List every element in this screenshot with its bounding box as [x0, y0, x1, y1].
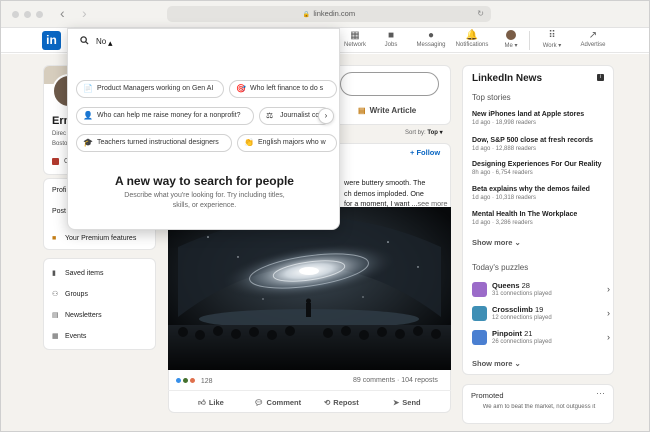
- promoted-card[interactable]: Promoted ··· We aim to beat the market, …: [462, 384, 614, 424]
- minimize-window-button[interactable]: [24, 11, 31, 18]
- start-post-input[interactable]: [340, 72, 439, 96]
- profile-location: Bosto: [52, 141, 68, 147]
- groups-icon: ⚇: [52, 291, 59, 298]
- love-reaction-icon: [188, 377, 196, 384]
- more-options-icon[interactable]: ···: [596, 388, 605, 398]
- sidebar-item-premium[interactable]: ■ Your Premium features: [52, 235, 136, 242]
- advertise-icon: ↗: [588, 30, 598, 41]
- search-icon: [80, 36, 89, 47]
- target-icon: 🎯: [236, 84, 246, 93]
- news-story[interactable]: Designing Experiences For Our Reality 8h…: [472, 160, 610, 176]
- galaxy-stage-image: [168, 207, 451, 370]
- article-icon: ▤: [358, 106, 366, 115]
- follow-button[interactable]: + Follow: [410, 148, 440, 157]
- zoom-window-button[interactable]: [36, 11, 43, 18]
- info-icon[interactable]: i: [597, 74, 604, 81]
- news-story[interactable]: New iPhones land at Apple stores 1d ago …: [472, 110, 610, 126]
- top-stories-label: Top stories: [472, 93, 511, 102]
- nav-advertise[interactable]: ↗ Advertise: [569, 30, 617, 48]
- premium-icon: ■: [52, 235, 57, 242]
- sidebar-item-groups[interactable]: ⚇ Groups: [52, 290, 88, 298]
- reaction-summary[interactable]: 128: [175, 377, 213, 385]
- queens-icon: [472, 282, 487, 297]
- back-button[interactable]: ‹: [60, 6, 65, 20]
- linkedin-logo[interactable]: in: [42, 31, 61, 50]
- celebrate-reaction-icon: [181, 377, 189, 384]
- news-story[interactable]: Dow, S&P 500 close at fresh records 1d a…: [472, 136, 610, 152]
- search-suggestion-chip[interactable]: 🎯 Who left finance to do s: [229, 80, 337, 98]
- sidebar-item-profile-viewers[interactable]: Profi: [52, 187, 66, 194]
- newsletter-icon: ▤: [52, 312, 59, 319]
- chevron-down-icon: ⌄: [514, 238, 521, 247]
- send-button[interactable]: ➤ Send: [393, 398, 421, 407]
- next-suggestions-button[interactable]: ›: [318, 108, 334, 124]
- post-action-bar: 👍︎ Like 💬︎ Comment ⟲ Repost ➤ Send: [168, 390, 451, 412]
- sidebar-item-saved[interactable]: ▮ Saved items: [52, 269, 104, 277]
- show-more-puzzles-button[interactable]: Show more ⌄: [472, 359, 521, 368]
- news-title: LinkedIn News: [472, 73, 543, 84]
- promoted-label: Promoted: [471, 391, 504, 400]
- comment-button[interactable]: 💬︎ Comment: [254, 398, 301, 407]
- write-article-button[interactable]: ▤ Write Article: [358, 106, 416, 115]
- search-suggestion-chip[interactable]: 👏 English majors who w: [237, 134, 337, 152]
- news-story[interactable]: Beta explains why the demos failed 1d ag…: [472, 185, 610, 201]
- reload-icon[interactable]: ↻: [477, 6, 484, 22]
- bookmark-icon: ▮: [52, 270, 56, 277]
- news-story[interactable]: Mental Health In The Workplace 1d ago · …: [472, 210, 610, 226]
- person-icon: 👤: [83, 111, 93, 120]
- chevron-right-icon: ›: [607, 284, 610, 294]
- show-more-stories-button[interactable]: Show more ⌄: [472, 238, 521, 247]
- thumbs-up-icon: 👍︎: [198, 398, 206, 407]
- sidebar-item-newsletters[interactable]: ▤ Newsletters: [52, 311, 102, 319]
- send-icon: ➤: [393, 398, 400, 407]
- close-window-button[interactable]: [12, 11, 19, 18]
- search-suggestion-chip[interactable]: 📄 Product Managers working on Gen AI: [76, 80, 224, 98]
- repost-button[interactable]: ⟲ Repost: [324, 398, 359, 407]
- post-text: were buttery smooth. The ch demos implod…: [344, 178, 448, 208]
- puzzles-label: Today's puzzles: [472, 263, 529, 272]
- puzzle-queens[interactable]: Queens 28 31 connections played ›: [472, 281, 610, 299]
- comment-icon: 💬︎: [254, 398, 264, 407]
- browser-toolbar: ‹ › 🔒 linkedin.com ↻: [0, 0, 650, 28]
- post-image[interactable]: [168, 207, 451, 370]
- like-reaction-icon: [175, 377, 182, 384]
- search-promo-heading: A new way to search for people: [115, 174, 294, 188]
- chevron-right-icon: ›: [607, 308, 610, 318]
- company-logo-icon: [52, 158, 59, 165]
- search-suggestion-chip[interactable]: 👤 Who can help me raise money for a nonpr…: [76, 107, 254, 125]
- calendar-icon: ▦: [52, 333, 59, 340]
- post-stats[interactable]: 89 comments · 104 reposts: [353, 377, 438, 384]
- chevron-left-icon: ‹: [60, 5, 65, 21]
- news-card: LinkedIn News i Top stories New iPhones …: [462, 65, 614, 375]
- sidebar-item-post-impressions[interactable]: Post: [52, 208, 66, 215]
- profile-headline: Direc: [52, 131, 67, 137]
- forward-button[interactable]: ›: [82, 6, 87, 20]
- chevron-right-icon: ›: [324, 111, 328, 120]
- scale-icon: ⚖: [266, 111, 274, 120]
- crossclimb-icon: [472, 306, 487, 321]
- sidebar-item-events[interactable]: ▦ Events: [52, 332, 86, 340]
- document-icon: 📄: [83, 84, 93, 93]
- search-input[interactable]: [96, 33, 296, 49]
- chevron-right-icon: ›: [82, 5, 87, 21]
- search-dropdown: ▴ 📄Product Managers working on Gen AI 🎯W…: [67, 28, 340, 230]
- shortcuts-card: ▮ Saved items ⚇ Groups ▤ Newsletters ▦ Event…: [43, 258, 156, 350]
- search-promo-description: Describe what you're looking for. Try in…: [124, 192, 285, 209]
- like-button[interactable]: 👍︎ Like: [198, 398, 224, 408]
- lock-icon: 🔒: [302, 12, 311, 18]
- graduation-cap-icon: 🎓: [83, 138, 93, 147]
- mouse-cursor-icon: ▴: [108, 38, 113, 48]
- chevron-down-icon: ⌄: [514, 359, 521, 368]
- search-suggestion-chip[interactable]: 🎓 Teachers turned instructional designers: [76, 134, 232, 152]
- url-text: linkedin.com: [313, 9, 356, 18]
- address-bar[interactable]: 🔒 linkedin.com ↻: [167, 6, 491, 22]
- chevron-right-icon: ›: [607, 332, 610, 342]
- repost-icon: ⟲: [324, 398, 331, 407]
- puzzle-pinpoint[interactable]: Pinpoint 21 26 connections played ›: [472, 329, 610, 347]
- sort-by-control[interactable]: Sort by: Top ▾: [405, 129, 443, 136]
- puzzle-crossclimb[interactable]: Crossclimb 19 12 connections played ›: [472, 305, 610, 323]
- pinpoint-icon: [472, 330, 487, 345]
- clap-icon: 👏: [244, 138, 254, 147]
- promoted-text: We aim to beat the market, not outguess …: [482, 404, 596, 410]
